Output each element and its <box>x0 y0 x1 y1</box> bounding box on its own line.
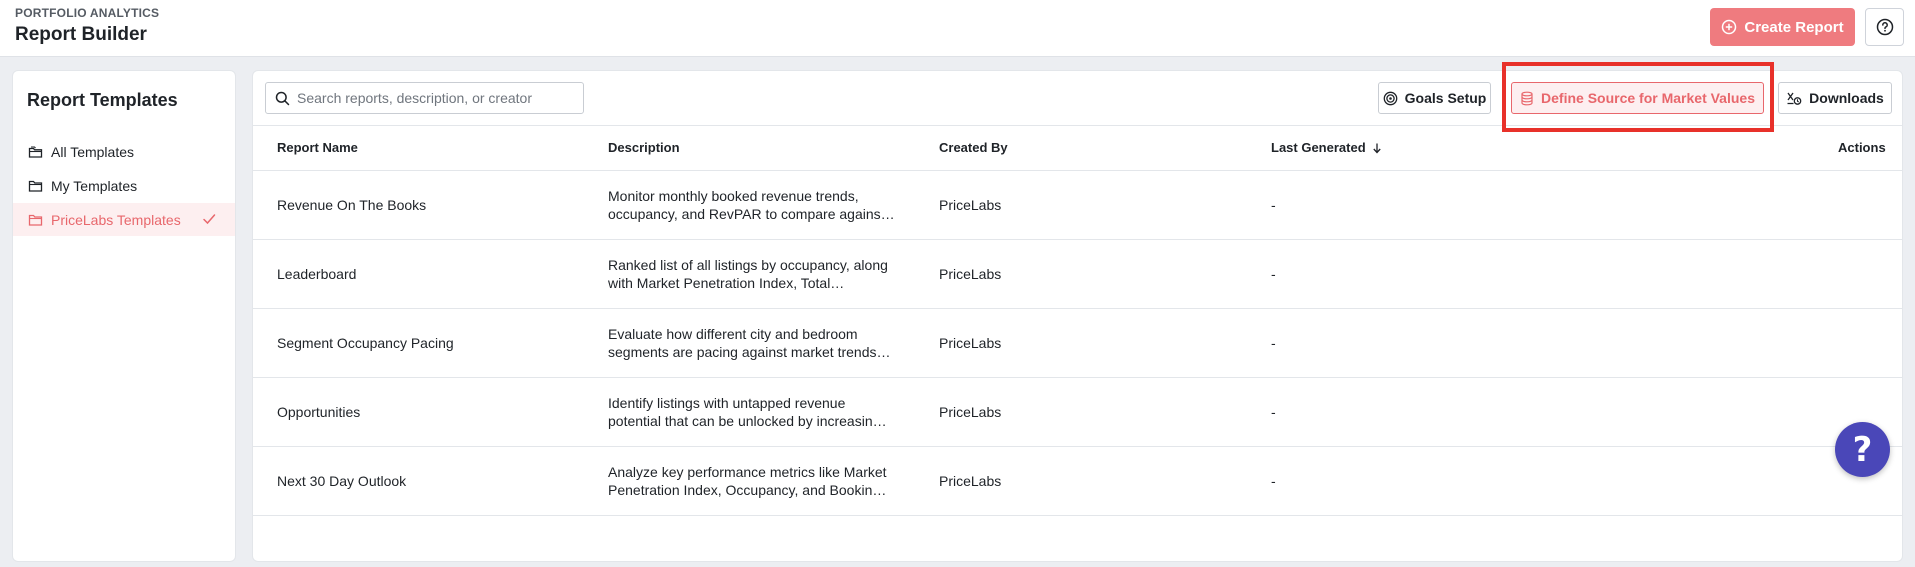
search-icon <box>275 91 290 106</box>
description-line: segments are pacing against market trend… <box>608 344 891 360</box>
sidebar-item-all-templates[interactable]: All Templates <box>13 135 235 168</box>
help-button[interactable] <box>1865 8 1904 46</box>
report-last-generated: - <box>1271 404 1276 420</box>
folders-icon <box>28 145 43 158</box>
sidebar-item-my-templates[interactable]: My Templates <box>13 169 235 202</box>
description-line: with Market Penetration Index, Total… <box>608 275 845 291</box>
target-icon <box>1383 91 1398 105</box>
column-header-label: Last Generated <box>1271 140 1366 155</box>
table-row[interactable]: Segment Occupancy Pacing Evaluate how di… <box>253 309 1902 378</box>
help-chat-button[interactable]: ? <box>1835 422 1890 477</box>
downloads-button[interactable]: Downloads <box>1778 82 1892 114</box>
plus-circle-icon <box>1722 19 1737 35</box>
report-creator: PriceLabs <box>939 473 1002 489</box>
description-line: potential that can be unlocked by increa… <box>608 413 887 429</box>
create-report-label: Create Report <box>1744 18 1844 36</box>
report-description: Identify listings with untapped revenue … <box>608 394 903 430</box>
sort-arrow-down-icon <box>1372 143 1381 153</box>
top-bar: PORTFOLIO ANALYTICS Report Builder Creat… <box>0 0 1915 57</box>
report-description: Monitor monthly booked revenue trends, o… <box>608 187 903 223</box>
report-last-generated: - <box>1271 197 1276 213</box>
report-description: Ranked list of all listings by occupancy… <box>608 256 903 292</box>
report-last-generated: - <box>1271 473 1276 489</box>
column-header-label: Actions <box>1838 140 1886 155</box>
checkmark-icon <box>203 214 216 225</box>
description-line: Evaluate how different city and bedroom <box>608 326 858 342</box>
section-eyebrow: PORTFOLIO ANALYTICS <box>15 6 160 20</box>
sidebar-title: Report Templates <box>27 90 178 110</box>
description-line: Analyze key performance metrics like Mar… <box>608 464 887 480</box>
define-source-label: Define Source for Market Values <box>1541 90 1755 106</box>
description-line: occupancy, and RevPAR to compare agains… <box>608 206 895 222</box>
report-last-generated: - <box>1271 266 1276 282</box>
description-line: Ranked list of all listings by occupancy… <box>608 257 888 273</box>
report-creator: PriceLabs <box>939 266 1002 282</box>
column-header-description[interactable]: Description <box>608 140 680 155</box>
report-name[interactable]: Segment Occupancy Pacing <box>277 335 454 351</box>
downloads-label: Downloads <box>1809 90 1884 106</box>
question-circle-icon <box>1876 18 1893 36</box>
column-header-actions: Actions <box>1838 140 1886 155</box>
column-header-label: Report Name <box>277 140 358 155</box>
sidebar-item-pricelabs-templates[interactable]: PriceLabs Templates <box>13 203 235 236</box>
table-row[interactable]: Revenue On The Books Monitor monthly boo… <box>253 171 1902 240</box>
search-input[interactable] <box>297 83 577 113</box>
column-header-report-name[interactable]: Report Name <box>277 140 358 155</box>
goals-setup-label: Goals Setup <box>1404 90 1487 106</box>
report-creator: PriceLabs <box>939 404 1002 420</box>
sidebar-item-label: All Templates <box>51 143 135 160</box>
column-header-last-generated[interactable]: Last Generated <box>1271 140 1382 155</box>
table-row[interactable]: Leaderboard Ranked list of all listings … <box>253 240 1902 309</box>
report-name[interactable]: Opportunities <box>277 404 360 420</box>
report-name[interactable]: Next 30 Day Outlook <box>277 473 406 489</box>
database-icon <box>1521 91 1533 105</box>
reports-panel: Goals Setup Define Source for Market Val… <box>252 70 1903 562</box>
report-last-generated: - <box>1271 335 1276 351</box>
description-line: Penetration Index, Occupancy, and Bookin… <box>608 482 887 498</box>
search-field[interactable] <box>265 82 584 114</box>
templates-sidebar: Report Templates All Templates My Templa… <box>12 70 236 562</box>
folder-icon <box>28 180 43 192</box>
goals-setup-button[interactable]: Goals Setup <box>1378 82 1491 114</box>
table-row[interactable]: Opportunities Identify listings with unt… <box>253 378 1902 447</box>
column-header-label: Description <box>608 140 680 155</box>
column-header-created-by[interactable]: Created By <box>939 140 1008 155</box>
sidebar-item-label: My Templates <box>51 177 138 194</box>
column-header-label: Created By <box>939 140 1008 155</box>
folder-icon <box>28 214 43 226</box>
create-report-button[interactable]: Create Report <box>1710 8 1855 46</box>
report-name[interactable]: Leaderboard <box>277 266 356 282</box>
download-queue-icon <box>1787 92 1802 105</box>
sidebar-item-label: PriceLabs Templates <box>51 211 181 228</box>
report-description: Analyze key performance metrics like Mar… <box>608 463 903 499</box>
description-line: Monitor monthly booked revenue trends, <box>608 188 859 204</box>
page-title: Report Builder <box>15 24 147 45</box>
report-creator: PriceLabs <box>939 197 1002 213</box>
question-mark-icon: ? <box>1852 429 1873 470</box>
report-name[interactable]: Revenue On The Books <box>277 197 426 213</box>
table-header: Report Name Description Created By Last … <box>253 125 1902 171</box>
report-creator: PriceLabs <box>939 335 1002 351</box>
report-description: Evaluate how different city and bedroom … <box>608 325 903 361</box>
table-row[interactable]: Next 30 Day Outlook Analyze key performa… <box>253 447 1902 516</box>
description-line: Identify listings with untapped revenue <box>608 395 846 411</box>
define-source-button[interactable]: Define Source for Market Values <box>1511 82 1764 114</box>
